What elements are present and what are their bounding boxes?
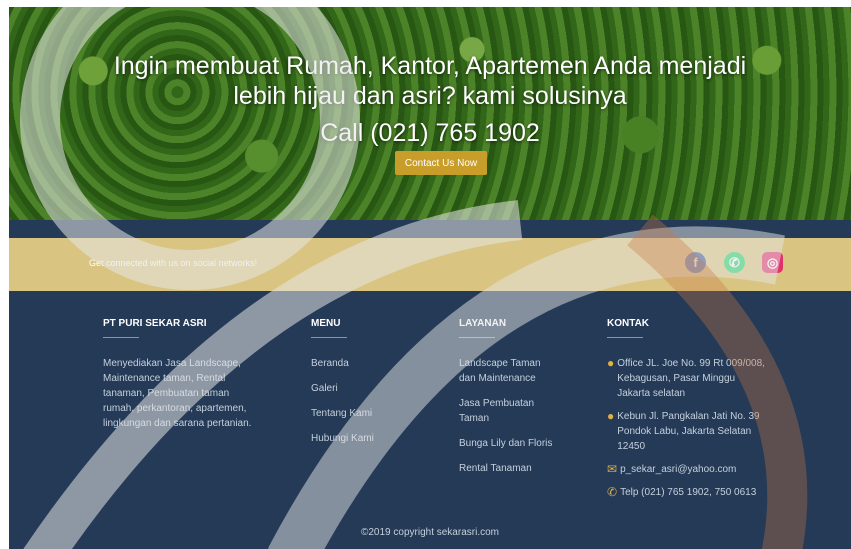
social-band: Get connected with us on social networks…: [9, 238, 851, 291]
office-address-text: Office JL. Joe No. 99 Rt 009/008, Kebagu…: [617, 358, 765, 399]
hero-call-number: Call (021) 765 1902: [320, 119, 540, 147]
menu-heading: MENU: [311, 318, 341, 329]
phone-contact[interactable]: ✆ Telp (021) 765 1902, 750 0613: [607, 485, 767, 500]
menu-link-tentang[interactable]: Tentang Kami: [311, 406, 421, 421]
kontak-heading: KONTAK: [607, 318, 650, 329]
divider: [103, 337, 139, 338]
hero-banner: Ingin membuat Rumah, Kantor, Apartemen A…: [9, 7, 851, 220]
layanan-heading: LAYANAN: [459, 318, 507, 329]
hero-overlay: [9, 7, 851, 220]
layanan-column: LAYANAN Landscape Taman dan Maintenance …: [459, 318, 559, 486]
layanan-link-rental[interactable]: Rental Tanaman: [459, 461, 559, 476]
kontak-column: KONTAK ● Office JL. Joe No. 99 Rt 009/00…: [607, 318, 767, 508]
whatsapp-icon[interactable]: ✆: [724, 252, 745, 273]
phone-text[interactable]: Telp (021) 765 1902, 750 0613: [620, 485, 756, 500]
location-pin-icon: ●: [607, 409, 615, 423]
menu-link-beranda[interactable]: Beranda: [311, 356, 421, 371]
email-contact[interactable]: ✉ p_sekar_asri@yahoo.com: [607, 462, 767, 477]
layanan-link-bunga[interactable]: Bunga Lily dan Floris: [459, 436, 559, 451]
company-description: Menyediakan Jasa Landscape, Maintenance …: [103, 358, 252, 429]
envelope-icon: ✉: [607, 462, 618, 476]
menu-column: MENU Beranda Galeri Tentang Kami Hubungi…: [311, 318, 421, 456]
menu-link-hubungi[interactable]: Hubungi Kami: [311, 431, 421, 446]
menu-link-galeri[interactable]: Galeri: [311, 381, 421, 396]
social-tagline: Get connected with us on social networks…: [89, 258, 258, 268]
instagram-icon[interactable]: ◎: [762, 252, 783, 273]
kebun-address-text: Kebun Jl. Pangkalan Jati No. 39 Pondok L…: [617, 411, 760, 452]
company-column: PT PURI SEKAR ASRI Menyediakan Jasa Land…: [103, 318, 263, 431]
phone-icon: ✆: [607, 485, 618, 499]
kebun-address: ● Kebun Jl. Pangkalan Jati No. 39 Pondok…: [607, 409, 767, 454]
email-text[interactable]: p_sekar_asri@yahoo.com: [620, 462, 736, 477]
page-frame: Ingin membuat Rumah, Kantor, Apartemen A…: [9, 7, 851, 549]
layanan-link-landscape[interactable]: Landscape Taman dan Maintenance: [459, 356, 559, 386]
divider: [459, 337, 495, 338]
divider: [311, 337, 347, 338]
office-address: ● Office JL. Joe No. 99 Rt 009/008, Keba…: [607, 356, 767, 401]
hero-headline: Ingin membuat Rumah, Kantor, Apartemen A…: [9, 51, 851, 111]
company-heading: PT PURI SEKAR ASRI: [103, 318, 207, 329]
contact-us-button[interactable]: Contact Us Now: [395, 151, 487, 175]
divider: [607, 337, 643, 338]
hero-line-1: Ingin membuat Rumah, Kantor, Apartemen A…: [113, 52, 747, 80]
location-pin-icon: ●: [607, 356, 615, 370]
facebook-icon[interactable]: f: [685, 252, 706, 273]
copyright: ©2019 copyright sekarasri.com: [361, 527, 499, 538]
layanan-link-pembuatan[interactable]: Jasa Pembuatan Taman: [459, 396, 559, 426]
hero-line-2: lebih hijau dan asri? kami solusinya: [233, 82, 627, 110]
